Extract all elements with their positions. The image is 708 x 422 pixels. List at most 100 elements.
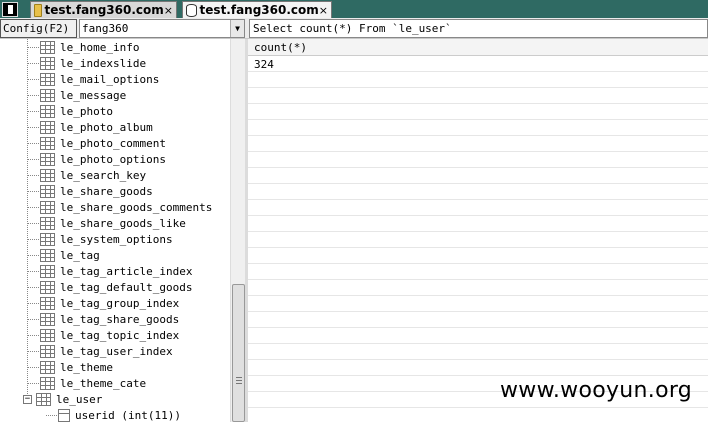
table-icon	[40, 56, 55, 70]
tree-connector	[28, 94, 39, 96]
table-name: le_home_info	[60, 40, 140, 54]
table-name: le_theme	[60, 360, 113, 374]
table-icon	[40, 360, 55, 374]
tree-connector	[28, 254, 39, 256]
table-icon	[40, 280, 55, 294]
tree-connector	[28, 206, 39, 208]
tree-item-table[interactable]: le_tag	[28, 247, 100, 263]
close-icon[interactable]: ×	[319, 4, 328, 17]
tree-item-table[interactable]: le_tag_default_goods	[28, 279, 192, 295]
tree-item-table-expanded[interactable]: − le_user	[23, 391, 102, 407]
tree-item-table[interactable]: le_mail_options	[28, 71, 159, 87]
tree-item-table[interactable]: le_share_goods	[28, 183, 153, 199]
grip-icon	[236, 377, 242, 385]
table-icon	[40, 152, 55, 166]
table-name: le_tag_article_index	[60, 264, 193, 278]
table-icon	[40, 264, 55, 278]
table-name: le_message	[60, 88, 127, 102]
table-name: le_system_options	[60, 232, 173, 246]
table-icon	[40, 216, 55, 230]
table-icon	[40, 104, 55, 118]
table-icon	[40, 344, 55, 358]
window-menu-button[interactable]	[2, 2, 18, 17]
database-icon	[186, 3, 197, 17]
tree-connector	[28, 238, 39, 240]
table-icon	[40, 40, 55, 54]
tree-item-table[interactable]: le_tag_share_goods	[28, 311, 179, 327]
tree-item-table[interactable]: le_tag_topic_index	[28, 327, 179, 343]
table-icon	[40, 328, 55, 342]
tree-connector	[28, 334, 39, 336]
table-icon	[40, 200, 55, 214]
tree-item-table[interactable]: le_photo	[28, 103, 113, 119]
column-header[interactable]: count(*)	[248, 39, 307, 56]
tab-label: test.fang360.com	[199, 3, 319, 17]
results-rows	[248, 56, 708, 422]
collapse-icon[interactable]: −	[23, 394, 32, 404]
tree-item-table[interactable]: le_share_goods_like	[28, 215, 186, 231]
watermark: www.wooyun.org	[500, 378, 693, 403]
table-icon	[40, 72, 55, 86]
tree-connector	[28, 222, 39, 224]
results-grid: count(*) 324	[248, 39, 708, 422]
table-name: le_theme_cate	[60, 376, 147, 390]
table-name: le_photo_options	[60, 152, 166, 166]
table-name: le_photo	[60, 104, 113, 118]
result-cell[interactable]: 324	[254, 58, 274, 71]
tree-item-table[interactable]: le_tag_group_index	[28, 295, 179, 311]
tab-connection-2[interactable]: test.fang360.com ×	[182, 1, 332, 18]
tree-item-table[interactable]: le_search_key	[28, 167, 146, 183]
tree-connector	[28, 190, 39, 192]
query-input[interactable]: Select count(*) From `le_user`	[249, 19, 708, 38]
table-name: le_indexslide	[60, 56, 147, 70]
table-icon	[40, 312, 55, 326]
tree-scrollbar[interactable]	[230, 39, 245, 422]
tree-item-table[interactable]: le_system_options	[28, 231, 173, 247]
tree-item-table[interactable]: le_indexslide	[28, 55, 146, 71]
table-name: le_photo_album	[60, 120, 153, 134]
tree-item-table[interactable]: le_share_goods_comments	[28, 199, 212, 215]
tree-connector	[28, 142, 39, 144]
tree-item-column[interactable]: userid (int(11))	[46, 407, 181, 422]
tree-item-table[interactable]: le_photo_options	[28, 151, 166, 167]
table-name: le_tag_group_index	[60, 296, 180, 310]
table-name: le_share_goods	[60, 184, 153, 198]
tree-item-table[interactable]: le_theme_cate	[28, 375, 146, 391]
tree-item-table[interactable]: le_photo_album	[28, 119, 153, 135]
table-name: le_mail_options	[60, 72, 160, 86]
tree-item-table[interactable]: le_message	[28, 87, 126, 103]
table-icon	[40, 136, 55, 150]
table-name: le_user	[56, 392, 103, 406]
table-name: le_tag_default_goods	[60, 280, 193, 294]
tree-item-table[interactable]: le_tag_user_index	[28, 343, 173, 359]
close-icon[interactable]: ×	[164, 4, 173, 17]
table-name: le_search_key	[60, 168, 147, 182]
tab-connection-1[interactable]: test.fang360.com ×	[30, 1, 177, 18]
tree-item-table[interactable]: le_tag_article_index	[28, 263, 192, 279]
table-name: le_tag	[60, 248, 100, 262]
tree-item-table[interactable]: le_home_info	[28, 39, 139, 55]
table-icon	[40, 232, 55, 246]
table-icon	[40, 296, 55, 310]
table-icon	[40, 88, 55, 102]
tab-label: test.fang360.com	[44, 3, 164, 17]
database-select-value: fang360	[82, 22, 129, 35]
tree-item-table[interactable]: le_theme	[28, 359, 113, 375]
results-header: count(*)	[248, 39, 708, 56]
tree-connector	[28, 350, 39, 352]
tree-connector	[28, 174, 39, 176]
chevron-down-icon[interactable]: ▼	[230, 20, 244, 37]
scrollbar-thumb[interactable]	[232, 284, 245, 422]
tab-bar: test.fang360.com × test.fang360.com ×	[0, 0, 708, 18]
database-select[interactable]: fang360 ▼	[79, 19, 245, 38]
table-name: le_tag_user_index	[60, 344, 173, 358]
tree-item-table[interactable]: le_photo_comment	[28, 135, 166, 151]
tree-connector	[28, 286, 39, 288]
table-icon	[36, 392, 51, 406]
table-name: le_tag_share_goods	[60, 312, 180, 326]
table-icon	[40, 376, 55, 390]
folder-icon	[34, 3, 42, 17]
toolbar: Config(F2) fang360 ▼ Select count(*) Fro…	[0, 18, 708, 39]
config-button[interactable]: Config(F2)	[0, 19, 77, 38]
table-name: le_share_goods_comments	[60, 200, 213, 214]
